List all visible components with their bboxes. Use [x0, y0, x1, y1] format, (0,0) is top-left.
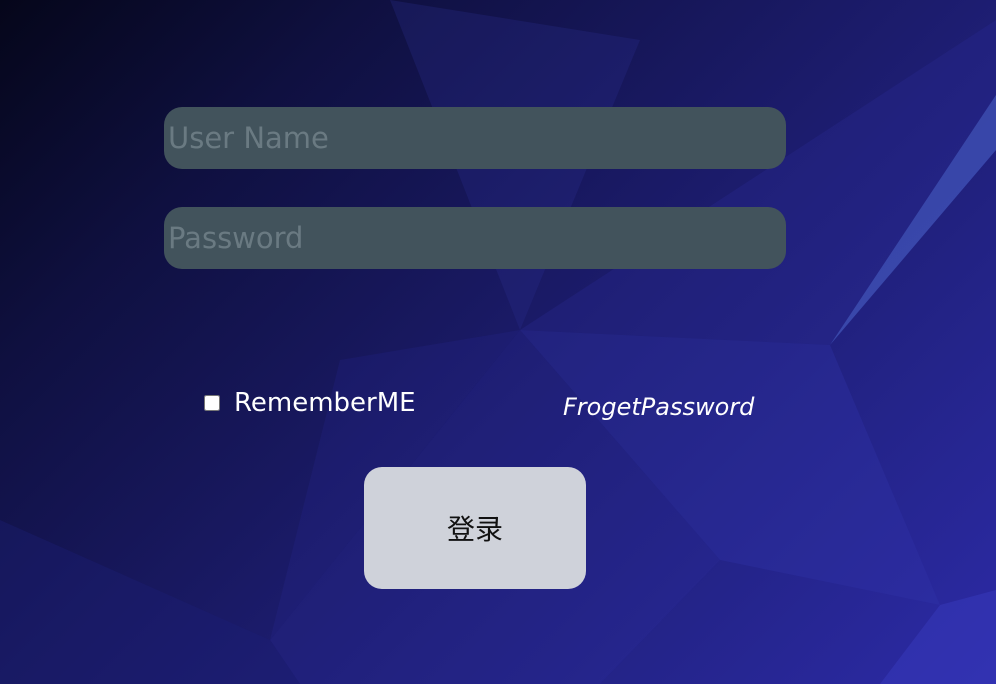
login-button[interactable]: 登录: [364, 467, 586, 589]
username-input[interactable]: [164, 107, 786, 169]
remember-me-label: RememberME: [234, 388, 416, 418]
remember-me-checkbox[interactable]: [204, 395, 220, 411]
password-input[interactable]: [164, 207, 786, 269]
forgot-password-link[interactable]: FrogetPassword: [563, 393, 754, 421]
remember-me-toggle[interactable]: RememberME: [204, 388, 416, 418]
